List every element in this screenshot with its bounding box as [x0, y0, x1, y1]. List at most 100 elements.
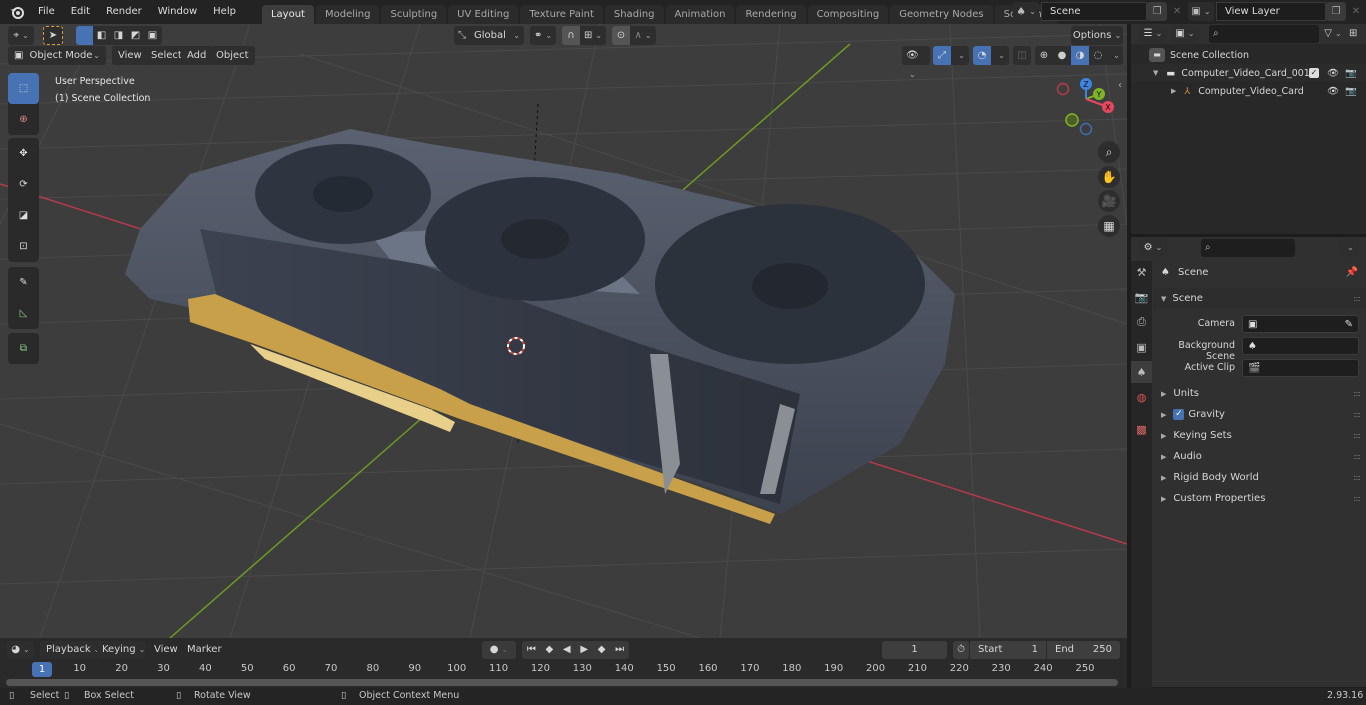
xray-toggle-icon[interactable]: ◫ — [1013, 46, 1031, 65]
play-reverse-icon[interactable]: ◀ — [563, 641, 571, 659]
view-layer-browse-button[interactable]: ▣ ⌄ — [1188, 2, 1214, 21]
outliner-row-collection[interactable]: ▼ ▬ Computer_Video_Card_001 ✓ 👁 📷 — [1131, 64, 1366, 82]
drag-handle-icon[interactable]: :::: — [1353, 389, 1361, 398]
view-layer-name-field[interactable]: View Layer — [1216, 2, 1326, 21]
scene-browse-button[interactable]: ♠ ⌄ — [1013, 2, 1039, 21]
menu-window[interactable]: Window — [150, 0, 205, 24]
visibility-dropdown[interactable]: 👁⌄ — [902, 46, 930, 79]
outliner-row-object[interactable]: ▶ ⅄ Computer_Video_Card 👁 📷 — [1131, 82, 1366, 100]
select-intersect-icon[interactable]: ▣ — [144, 26, 161, 45]
background-scene-field[interactable]: ♠ — [1242, 337, 1359, 355]
delete-view-layer-button[interactable]: ✕ — [1346, 2, 1366, 21]
rendered-shading-icon[interactable]: ◌ — [1089, 46, 1107, 65]
pan-button[interactable]: ✋ — [1098, 166, 1120, 188]
annotate-tool[interactable]: ✎ — [8, 267, 39, 298]
panel-custom-properties[interactable]: ▶ Custom Properties:::: — [1153, 488, 1366, 509]
panel-gravity[interactable]: ▶ ✓ Gravity:::: — [1153, 404, 1366, 425]
outliner-editor-type[interactable]: ☰ ⌄ — [1139, 25, 1167, 43]
options-dropdown[interactable]: Options ⌄ — [1071, 26, 1123, 45]
auto-keying-button[interactable]: ● ⌄ — [482, 641, 516, 659]
select-invert-icon[interactable]: ◩ — [127, 26, 144, 45]
falloff-dropdown[interactable]: ∧ ⌄ — [630, 26, 656, 45]
menu-file[interactable]: File — [30, 0, 63, 24]
select-new-icon[interactable] — [76, 26, 93, 45]
panel-units[interactable]: ▶ Units:::: — [1153, 383, 1366, 404]
panel-scene-header[interactable]: ▼ Scene :::: — [1153, 288, 1366, 309]
play-icon[interactable]: ▶ — [580, 641, 588, 659]
menu-add[interactable]: Add — [181, 46, 213, 65]
pin-icon[interactable]: 📌 — [1346, 267, 1358, 278]
select-extend-icon[interactable]: ◧ — [93, 26, 110, 45]
gravity-checkbox[interactable]: ✓ — [1173, 409, 1185, 420]
new-view-layer-button[interactable]: ❐ — [1326, 2, 1346, 21]
properties-search-input[interactable]: ⌕ — [1201, 239, 1295, 257]
visibility-eye-icon[interactable]: 👁 — [1327, 68, 1339, 79]
camera-view-button[interactable]: 🎥 — [1098, 190, 1120, 212]
visibility-eye-icon[interactable]: 👁 — [1327, 86, 1339, 97]
tab-rendering[interactable]: Rendering — [736, 5, 806, 24]
tab-uv-editing[interactable]: UV Editing — [448, 5, 519, 24]
preview-range-button[interactable]: ⏱ — [953, 641, 969, 659]
timeline-menu-view[interactable]: View — [154, 641, 178, 659]
exclude-checkbox[interactable]: ✓ — [1309, 68, 1319, 78]
menu-object[interactable]: Object — [210, 46, 255, 65]
tab-geometry-nodes[interactable]: Geometry Nodes — [890, 5, 993, 24]
timeline-scrollbar[interactable] — [6, 679, 1118, 686]
outliner-search-input[interactable]: ⌕ — [1209, 25, 1319, 43]
tab-sculpting[interactable]: Sculpting — [381, 5, 447, 24]
panel-keying-sets[interactable]: ▶ Keying Sets:::: — [1153, 425, 1366, 446]
gizmo-toggle-icon[interactable]: ⤢ — [933, 46, 951, 65]
properties-options-dropdown[interactable]: ⌄ — [1339, 239, 1359, 257]
tab-scene[interactable]: ♠ — [1131, 361, 1152, 383]
tab-modeling[interactable]: Modeling — [315, 5, 380, 24]
render-camera-icon[interactable]: 📷 — [1345, 68, 1357, 79]
panel-audio[interactable]: ▶ Audio:::: — [1153, 446, 1366, 467]
menu-edit[interactable]: Edit — [63, 0, 98, 24]
properties-editor-type[interactable]: ⚙ ⌄ — [1139, 239, 1167, 257]
drag-handle-icon[interactable]: :::: — [1353, 473, 1361, 482]
snap-target-dropdown[interactable]: ⊞ ⌄ — [580, 26, 606, 45]
rotate-tool[interactable]: ⟳ — [8, 169, 39, 200]
tab-shading[interactable]: Shading — [604, 5, 664, 24]
pivot-point-dropdown[interactable]: ⚭ ⌄ — [530, 26, 556, 45]
new-collection-button[interactable]: ⊞ — [1349, 25, 1363, 43]
add-cube-tool[interactable]: ⧉ — [8, 333, 39, 364]
keying-dropdown[interactable]: Keying ⌄ — [97, 641, 145, 659]
menu-help[interactable]: Help — [205, 0, 244, 24]
current-frame-field[interactable]: 1 — [882, 641, 947, 659]
perspective-toggle-button[interactable]: ▦ — [1098, 215, 1120, 237]
tab-compositing[interactable]: Compositing — [807, 5, 889, 24]
drag-handle-icon[interactable]: :::: — [1353, 410, 1361, 419]
timeline-menu-marker[interactable]: Marker — [187, 641, 222, 659]
transform-tool[interactable]: ⊡ — [8, 231, 39, 262]
measure-tool[interactable]: ◺ — [8, 298, 39, 329]
tab-animation[interactable]: Animation — [665, 5, 735, 24]
blender-logo-icon[interactable] — [6, 1, 28, 23]
cursor-tool[interactable]: ⊕ — [8, 104, 39, 135]
tab-output[interactable]: ⎙ — [1131, 311, 1152, 333]
overlay-dropdown[interactable]: ⌄ — [991, 46, 1009, 65]
playback-dropdown[interactable]: Playback⌄ — [40, 641, 100, 659]
scale-tool[interactable]: ◪ — [8, 200, 39, 231]
jump-end-icon[interactable]: ⏭ — [615, 641, 624, 659]
scene-name-field[interactable]: Scene — [1041, 2, 1147, 21]
select-subtract-icon[interactable]: ◨ — [110, 26, 127, 45]
tab-tool[interactable]: ⚒ — [1131, 261, 1152, 283]
playhead[interactable]: 1 — [32, 662, 52, 677]
eyedropper-icon[interactable]: ✎ — [1345, 319, 1353, 330]
camera-field[interactable]: ▣ ✎ — [1242, 315, 1359, 333]
drag-handle-icon[interactable]: :::: — [1353, 452, 1361, 461]
expand-arrow-icon[interactable]: ▼ — [1153, 69, 1158, 77]
solid-shading-icon[interactable]: ● — [1053, 46, 1071, 65]
display-mode-dropdown[interactable]: ▣ ⌄ — [1171, 25, 1199, 43]
timeline-editor-type[interactable]: ◕ ⌄ — [7, 641, 34, 659]
menu-render[interactable]: Render — [98, 0, 150, 24]
move-tool[interactable]: ✥ — [8, 138, 39, 169]
material-preview-icon[interactable]: ◑ — [1071, 46, 1089, 65]
drag-handle-icon[interactable]: :::: — [1353, 494, 1361, 503]
snap-toggle-icon[interactable]: ∩ — [562, 26, 580, 45]
menu-view[interactable]: View — [112, 46, 148, 65]
next-keyframe-icon[interactable]: ◆ — [598, 641, 606, 659]
new-scene-button[interactable]: ❐ — [1147, 2, 1167, 21]
wireframe-shading-icon[interactable]: ⊕ — [1035, 46, 1053, 65]
